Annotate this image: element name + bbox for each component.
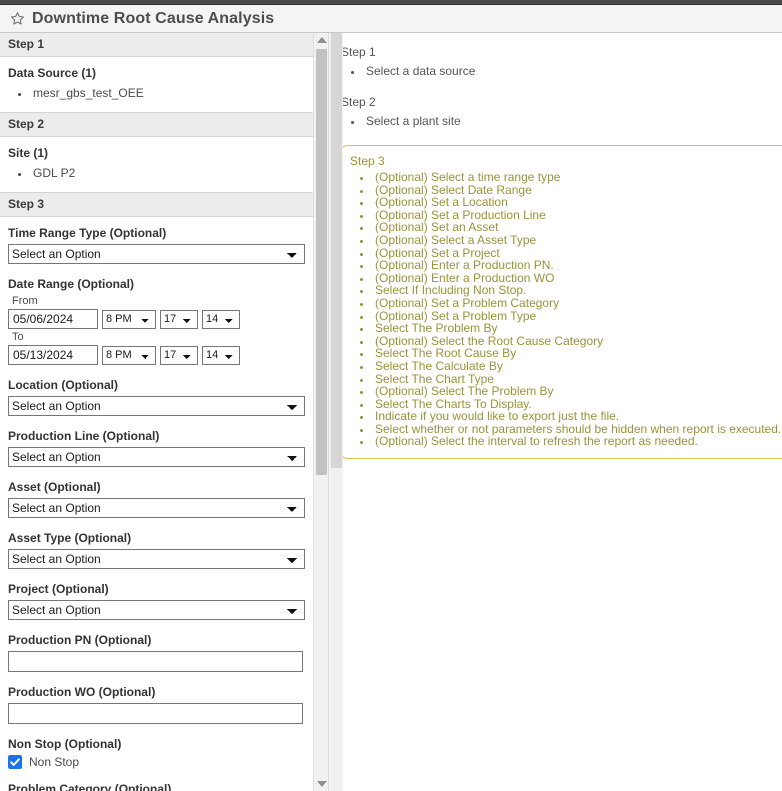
step-1-header: Step 1 [0, 33, 313, 57]
production-wo-input[interactable] [8, 703, 303, 724]
production-wo-label: Production WO (Optional) [8, 685, 156, 699]
list-item: (Optional) Enter a Production PN. [372, 259, 782, 272]
problem-category-group: Problem Category (Optional) Select an Op… [8, 782, 305, 791]
list-item: Indicate if you would like to export jus… [372, 410, 782, 423]
non-stop-checkbox[interactable] [8, 755, 22, 769]
location-label: Location (Optional) [8, 378, 118, 392]
instruction-heading: Step 3 [350, 154, 385, 168]
date-from-input[interactable] [8, 309, 98, 329]
production-pn-group: Production PN (Optional) [8, 633, 305, 672]
step-2-body: Site (1) GDL P2 [0, 137, 313, 192]
date-range-label: Date Range (Optional) [8, 277, 135, 291]
asset-type-select[interactable]: Select an Option [8, 549, 305, 569]
production-line-label: Production Line (Optional) [8, 429, 160, 443]
date-to-input[interactable] [8, 345, 98, 365]
step-3-body: Time Range Type (Optional) Select an Opt… [0, 217, 313, 791]
site-list: GDL P2 [8, 165, 305, 182]
non-stop-label: Non Stop (Optional) [8, 737, 122, 751]
date-from-row: 8 PM 17 14 [8, 309, 305, 329]
date-from-ampm-select[interactable]: 8 PM [102, 309, 156, 329]
scroll-up-button[interactable] [314, 33, 329, 47]
date-from-hour-select[interactable]: 17 [160, 309, 198, 329]
list-item: Select The Calculate By [372, 360, 782, 373]
parameters-panel: Step 1 Data Source (1) mesr_gbs_test_OEE… [0, 33, 343, 791]
date-to-row: 8 PM 17 14 [8, 345, 305, 365]
project-group: Project (Optional) Select an Option [8, 582, 305, 620]
asset-group: Asset (Optional) Select an Option [8, 480, 305, 518]
list-item: (Optional) Select the interval to refres… [372, 435, 782, 448]
non-stop-checkbox-label: Non Stop [29, 755, 80, 769]
date-to-hour-select[interactable]: 17 [160, 345, 198, 365]
date-to-minute-select[interactable]: 14 [202, 345, 240, 365]
project-label: Project (Optional) [8, 582, 109, 596]
list-item: (Optional) Select The Problem By [372, 385, 782, 398]
list-item: (Optional) Select a Asset Type [372, 234, 782, 247]
instruction-list: (Optional) Select a time range type (Opt… [350, 171, 782, 448]
problem-category-label: Problem Category (Optional) [8, 782, 172, 791]
instruction-heading: Step 2 [341, 95, 376, 109]
time-range-type-group: Time Range Type (Optional) Select an Opt… [8, 226, 305, 264]
location-select[interactable]: Select an Option [8, 396, 305, 416]
date-range-group: Date Range (Optional) From 8 PM 17 14 [8, 277, 305, 365]
list-item: Select The Problem By [372, 322, 782, 335]
list-item: (Optional) Set a Problem Category [372, 297, 782, 310]
page-title: Downtime Root Cause Analysis [32, 9, 275, 27]
scrollbar-thumb[interactable] [316, 49, 327, 475]
list-item: mesr_gbs_test_OEE [30, 85, 305, 102]
instructions-panel: Step 1 Select a data source Step 2 Selec… [330, 33, 782, 791]
production-pn-label: Production PN (Optional) [8, 633, 152, 647]
scroll-down-button[interactable] [314, 777, 329, 791]
production-pn-input[interactable] [8, 651, 303, 672]
page-scrollbar[interactable] [328, 33, 343, 791]
date-from-minute-select[interactable]: 14 [202, 309, 240, 329]
instruction-block-step-1: Step 1 Select a data source [341, 45, 782, 79]
location-group: Location (Optional) Select an Option [8, 378, 305, 416]
triangle-up-icon [316, 37, 327, 43]
asset-type-group: Asset Type (Optional) Select an Option [8, 531, 305, 569]
date-from-label: From [12, 295, 38, 307]
asset-type-label: Asset Type (Optional) [8, 531, 132, 545]
production-line-group: Production Line (Optional) Select an Opt… [8, 429, 305, 467]
triangle-down-icon [316, 781, 327, 787]
instruction-list: Select a plant site [341, 113, 782, 129]
non-stop-check-row[interactable]: Non Stop [8, 755, 305, 769]
instruction-list: Select a data source [341, 63, 782, 79]
date-to-label: To [12, 331, 24, 343]
data-source-title: Data Source (1) [8, 66, 97, 80]
list-item: (Optional) Select a time range type [372, 171, 782, 184]
time-range-type-label: Time Range Type (Optional) [8, 226, 167, 240]
non-stop-group: Non Stop (Optional) Non Stop [8, 737, 305, 769]
date-to-ampm-select[interactable]: 8 PM [102, 345, 156, 365]
parameters-scroll-area: Step 1 Data Source (1) mesr_gbs_test_OEE… [0, 33, 313, 791]
instruction-block-step-3: Step 3 (Optional) Select a time range ty… [341, 145, 782, 460]
asset-select[interactable]: Select an Option [8, 498, 305, 518]
instruction-heading: Step 1 [341, 45, 376, 59]
parameters-scrollbar[interactable] [313, 33, 328, 791]
star-outline-icon[interactable] [10, 11, 25, 26]
step-1-body: Data Source (1) mesr_gbs_test_OEE [0, 57, 313, 112]
data-source-list: mesr_gbs_test_OEE [8, 85, 305, 102]
list-item: Select a plant site [363, 113, 782, 129]
instruction-block-step-2: Step 2 Select a plant site [341, 95, 782, 129]
list-item: GDL P2 [30, 165, 305, 182]
step-3-header: Step 3 [0, 192, 313, 217]
title-bar: Downtime Root Cause Analysis [0, 5, 782, 33]
time-range-type-select[interactable]: Select an Option [8, 244, 305, 264]
site-title: Site (1) [8, 146, 49, 160]
list-item: (Optional) Set a Location [372, 196, 782, 209]
project-select[interactable]: Select an Option [8, 600, 305, 620]
asset-label: Asset (Optional) [8, 480, 101, 494]
page-scrollbar-thumb[interactable] [331, 33, 342, 468]
list-item: Select a data source [363, 63, 782, 79]
production-line-select[interactable]: Select an Option [8, 447, 305, 467]
main-content: Step 1 Data Source (1) mesr_gbs_test_OEE… [0, 33, 782, 791]
production-wo-group: Production WO (Optional) [8, 685, 305, 724]
step-2-header: Step 2 [0, 112, 313, 137]
